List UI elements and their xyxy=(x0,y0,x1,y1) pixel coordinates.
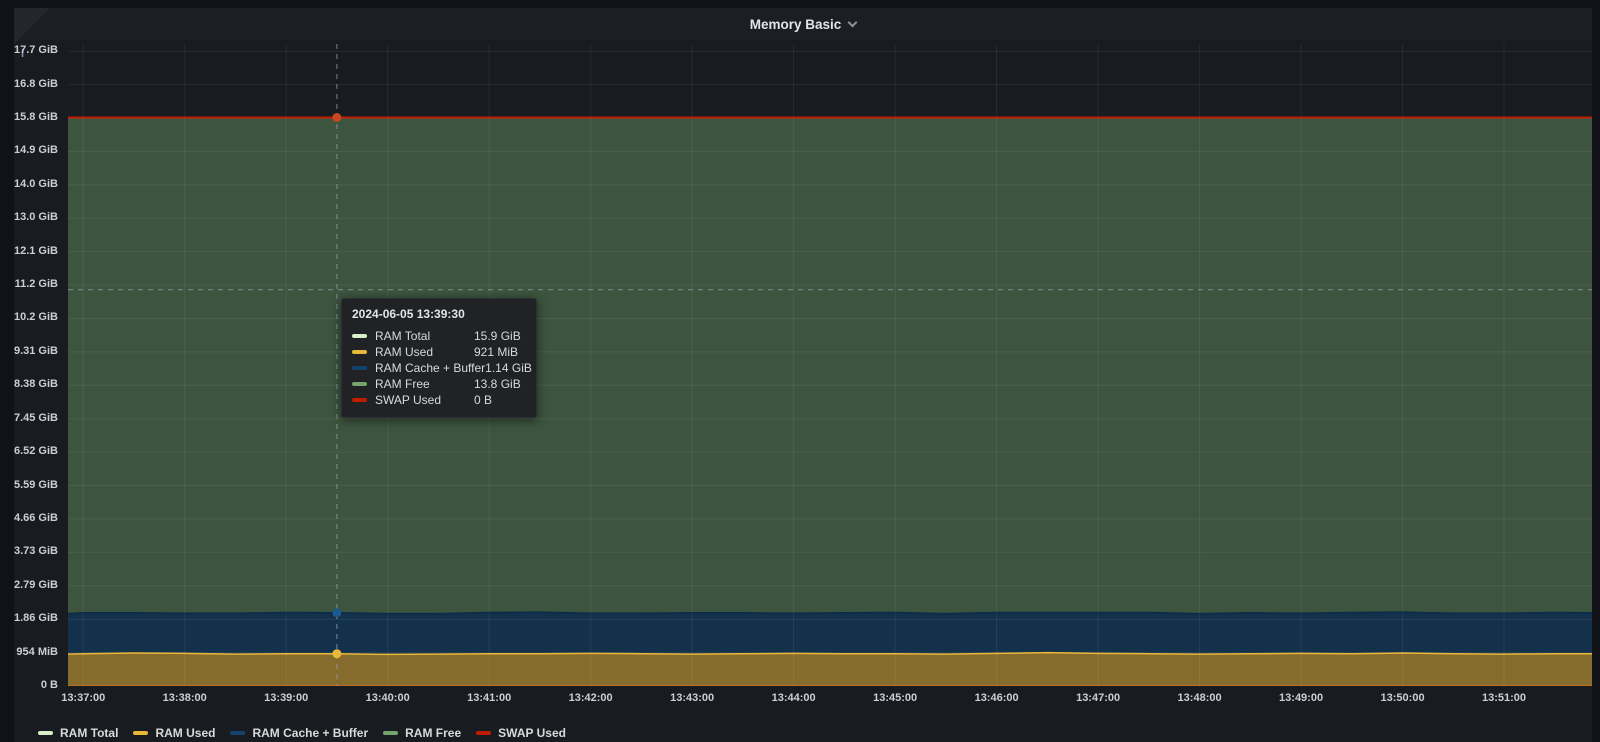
legend-swatch xyxy=(476,731,491,735)
legend-item-ram-used[interactable]: RAM Used xyxy=(133,726,215,740)
legend: RAM Total RAM Used RAM Cache + Buffer RAM F… xyxy=(38,724,566,742)
y-axis-label: 0 B xyxy=(41,679,58,691)
legend-swatch xyxy=(383,731,398,735)
legend-label: SWAP Used xyxy=(498,726,566,740)
chevron-down-icon xyxy=(848,17,858,27)
y-axis-label: 14.9 GiB xyxy=(14,144,58,156)
y-axis-label: 6.52 GiB xyxy=(14,445,58,457)
tooltip-series-swatch xyxy=(352,382,367,386)
tooltip-series-label: RAM Total xyxy=(375,329,474,343)
x-axis-label: 13:37:00 xyxy=(61,692,105,704)
x-axis-label: 13:48:00 xyxy=(1178,692,1222,704)
tooltip-series-value: 1.14 GiB xyxy=(485,361,532,375)
y-axis-label: 954 MiB xyxy=(16,646,58,658)
legend-label: RAM Free xyxy=(405,726,461,740)
legend-swatch xyxy=(230,731,245,735)
y-axis-label: 7.45 GiB xyxy=(14,412,58,424)
y-axis-label: 13.0 GiB xyxy=(14,211,58,223)
y-axis-label: 12.1 GiB xyxy=(14,245,58,257)
tooltip-series-value: 15.9 GiB xyxy=(474,329,526,343)
legend-item-ram-total[interactable]: RAM Total xyxy=(38,726,118,740)
legend-label: RAM Used xyxy=(155,726,215,740)
tooltip-series-label: SWAP Used xyxy=(375,393,474,407)
legend-item-ram-cache-buffer[interactable]: RAM Cache + Buffer xyxy=(230,726,368,740)
grafana-panel: Memory Basic i 17.7 GiB16.8 GiB15.8 GiB1… xyxy=(14,8,1592,742)
tooltip-series-value: 13.8 GiB xyxy=(474,377,526,391)
hover-tooltip: 2024-06-05 13:39:30 RAM Total15.9 GiBRAM… xyxy=(341,298,537,418)
x-axis-label: 13:44:00 xyxy=(772,692,816,704)
x-axis-label: 13:49:00 xyxy=(1279,692,1323,704)
legend-label: RAM Cache + Buffer xyxy=(252,726,368,740)
memory-chart-canvas[interactable] xyxy=(68,44,1592,686)
tooltip-series-swatch xyxy=(352,398,367,402)
y-axis-label: 1.86 GiB xyxy=(14,612,58,624)
panel-title-menu[interactable]: Memory Basic xyxy=(750,17,857,32)
y-axis-label: 17.7 GiB xyxy=(14,44,58,56)
x-axis-label: 13:42:00 xyxy=(569,692,613,704)
x-axis-label: 13:46:00 xyxy=(975,692,1019,704)
y-axis: 17.7 GiB 16.8 GiB 15.8 GiB 14.9 GiB 14.0 GiB… xyxy=(14,8,60,742)
tooltip-row: RAM Used921 MiB xyxy=(352,344,526,360)
x-axis-label: 13:40:00 xyxy=(366,692,410,704)
legend-swatch xyxy=(133,731,148,735)
y-axis-label: 14.0 GiB xyxy=(14,178,58,190)
tooltip-series-swatch xyxy=(352,350,367,354)
y-axis-label: 3.73 GiB xyxy=(14,545,58,557)
tooltip-series-swatch xyxy=(352,334,367,338)
x-axis-label: 13:41:00 xyxy=(467,692,511,704)
x-axis: 13:37:0013:38:0013:39:0013:40:0013:41:00… xyxy=(68,692,1592,708)
x-axis-label: 13:38:00 xyxy=(163,692,207,704)
tooltip-series-value: 0 B xyxy=(474,393,526,407)
y-axis-label: 10.2 GiB xyxy=(14,311,58,323)
tooltip-row: RAM Total15.9 GiB xyxy=(352,328,526,344)
legend-item-swap-used[interactable]: SWAP Used xyxy=(476,726,566,740)
panel-header: Memory Basic xyxy=(14,8,1592,40)
tooltip-row: RAM Cache + Buffer1.14 GiB xyxy=(352,360,526,376)
tooltip-rows: RAM Total15.9 GiBRAM Used921 MiBRAM Cach… xyxy=(352,328,526,408)
y-axis-label: 15.8 GiB xyxy=(14,111,58,123)
tooltip-timestamp: 2024-06-05 13:39:30 xyxy=(352,307,526,321)
legend-swatch xyxy=(38,731,53,735)
tooltip-series-label: RAM Free xyxy=(375,377,474,391)
x-axis-label: 13:50:00 xyxy=(1381,692,1425,704)
x-axis-label: 13:47:00 xyxy=(1076,692,1120,704)
y-axis-label: 8.38 GiB xyxy=(14,378,58,390)
y-axis-label: 16.8 GiB xyxy=(14,78,58,90)
y-axis-label: 11.2 GiB xyxy=(15,278,58,290)
x-axis-label: 13:45:00 xyxy=(873,692,917,704)
panel-title-text: Memory Basic xyxy=(750,17,842,32)
legend-item-ram-free[interactable]: RAM Free xyxy=(383,726,461,740)
x-axis-label: 13:39:00 xyxy=(264,692,308,704)
x-axis-label: 13:43:00 xyxy=(670,692,714,704)
y-axis-label: 2.79 GiB xyxy=(14,579,58,591)
y-axis-label: 5.59 GiB xyxy=(14,479,58,491)
tooltip-row: RAM Free13.8 GiB xyxy=(352,376,526,392)
x-axis-label: 13:51:00 xyxy=(1482,692,1526,704)
y-axis-label: 4.66 GiB xyxy=(14,512,58,524)
legend-label: RAM Total xyxy=(60,726,118,740)
tooltip-row: SWAP Used0 B xyxy=(352,392,526,408)
tooltip-series-swatch xyxy=(352,366,367,370)
tooltip-series-label: RAM Used xyxy=(375,345,474,359)
y-axis-label: 9.31 GiB xyxy=(14,345,58,357)
tooltip-series-label: RAM Cache + Buffer xyxy=(375,361,485,375)
tooltip-series-value: 921 MiB xyxy=(474,345,526,359)
